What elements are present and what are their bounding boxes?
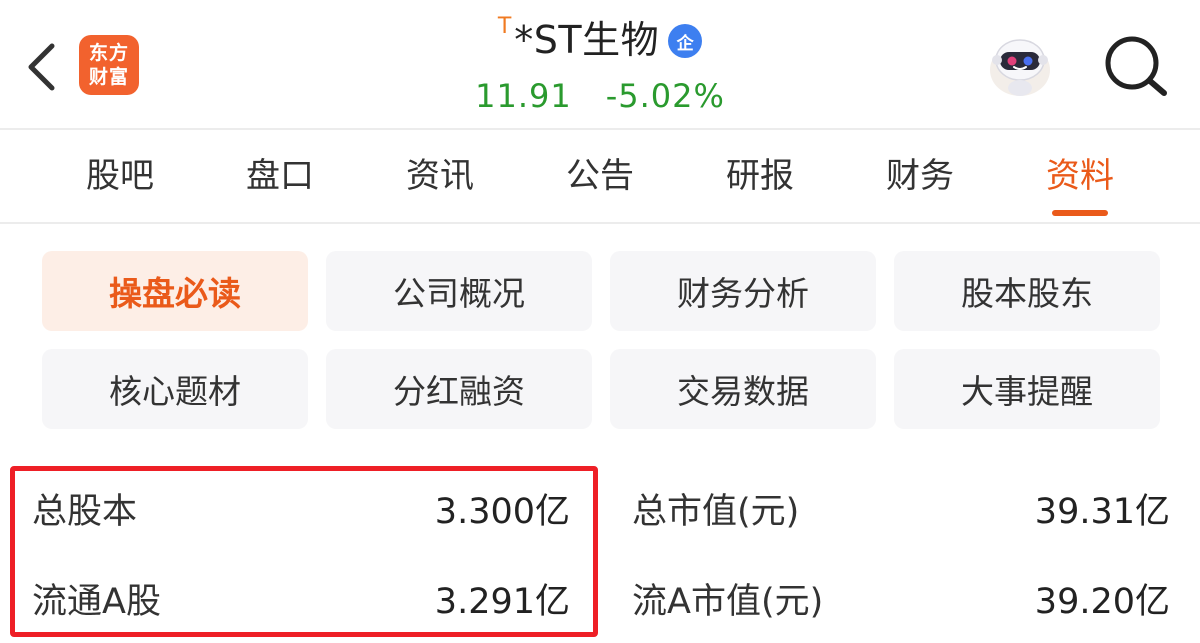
tab-news[interactable]: 资讯 <box>360 148 520 218</box>
sub-tab-dividends-financing[interactable]: 分红融资 <box>326 349 592 429</box>
t-trading-badge: T <box>497 14 512 39</box>
active-tab-indicator <box>1052 210 1108 216</box>
robot-assistant-icon[interactable] <box>985 30 1055 100</box>
search-button[interactable] <box>1100 33 1172 99</box>
stock-header: 东方 财富 T *ST生物 企 11.91 -5.02% <box>0 0 1200 128</box>
highlight-annotation-box <box>10 466 598 637</box>
sub-tab-shareholders[interactable]: 股本股东 <box>894 251 1160 331</box>
change-percent: -5.02% <box>605 77 725 115</box>
current-price: 11.91 <box>475 77 572 115</box>
sub-tab-financial-analysis[interactable]: 财务分析 <box>610 251 876 331</box>
sub-tab-major-events[interactable]: 大事提醒 <box>894 349 1160 429</box>
stock-name: *ST生物 <box>514 18 660 62</box>
main-tabs: 股吧 盘口 资讯 公告 研报 财务 资料 <box>40 148 1160 218</box>
tab-announcements[interactable]: 公告 <box>520 148 680 218</box>
market-cap-label: 总市值(元) <box>632 492 800 532</box>
sub-tab-company-overview[interactable]: 公司概况 <box>326 251 592 331</box>
sub-tab-core-themes[interactable]: 核心题材 <box>42 349 308 429</box>
sub-tab-trading-data[interactable]: 交易数据 <box>610 349 876 429</box>
market-cap-value: 39.31亿 <box>1034 492 1170 532</box>
profile-sub-nav: 操盘必读 公司概况 财务分析 股本股东 核心题材 分红融资 交易数据 大事提醒 <box>42 251 1160 429</box>
tabs-divider <box>0 222 1200 224</box>
sub-tab-trading-essentials[interactable]: 操盘必读 <box>42 251 308 331</box>
tab-finance[interactable]: 财务 <box>840 148 1000 218</box>
float-market-cap-label: 流A市值(元) <box>632 582 824 622</box>
float-market-cap-value: 39.20亿 <box>1034 582 1170 622</box>
header-divider <box>0 128 1200 130</box>
tab-profile-label: 资料 <box>1046 156 1114 196</box>
tab-profile[interactable]: 资料 <box>1000 148 1160 218</box>
tab-guba[interactable]: 股吧 <box>40 148 200 218</box>
tab-research[interactable]: 研报 <box>680 148 840 218</box>
tab-pankou[interactable]: 盘口 <box>200 148 360 218</box>
enterprise-badge-icon: 企 <box>668 24 703 58</box>
search-icon <box>1105 36 1167 96</box>
